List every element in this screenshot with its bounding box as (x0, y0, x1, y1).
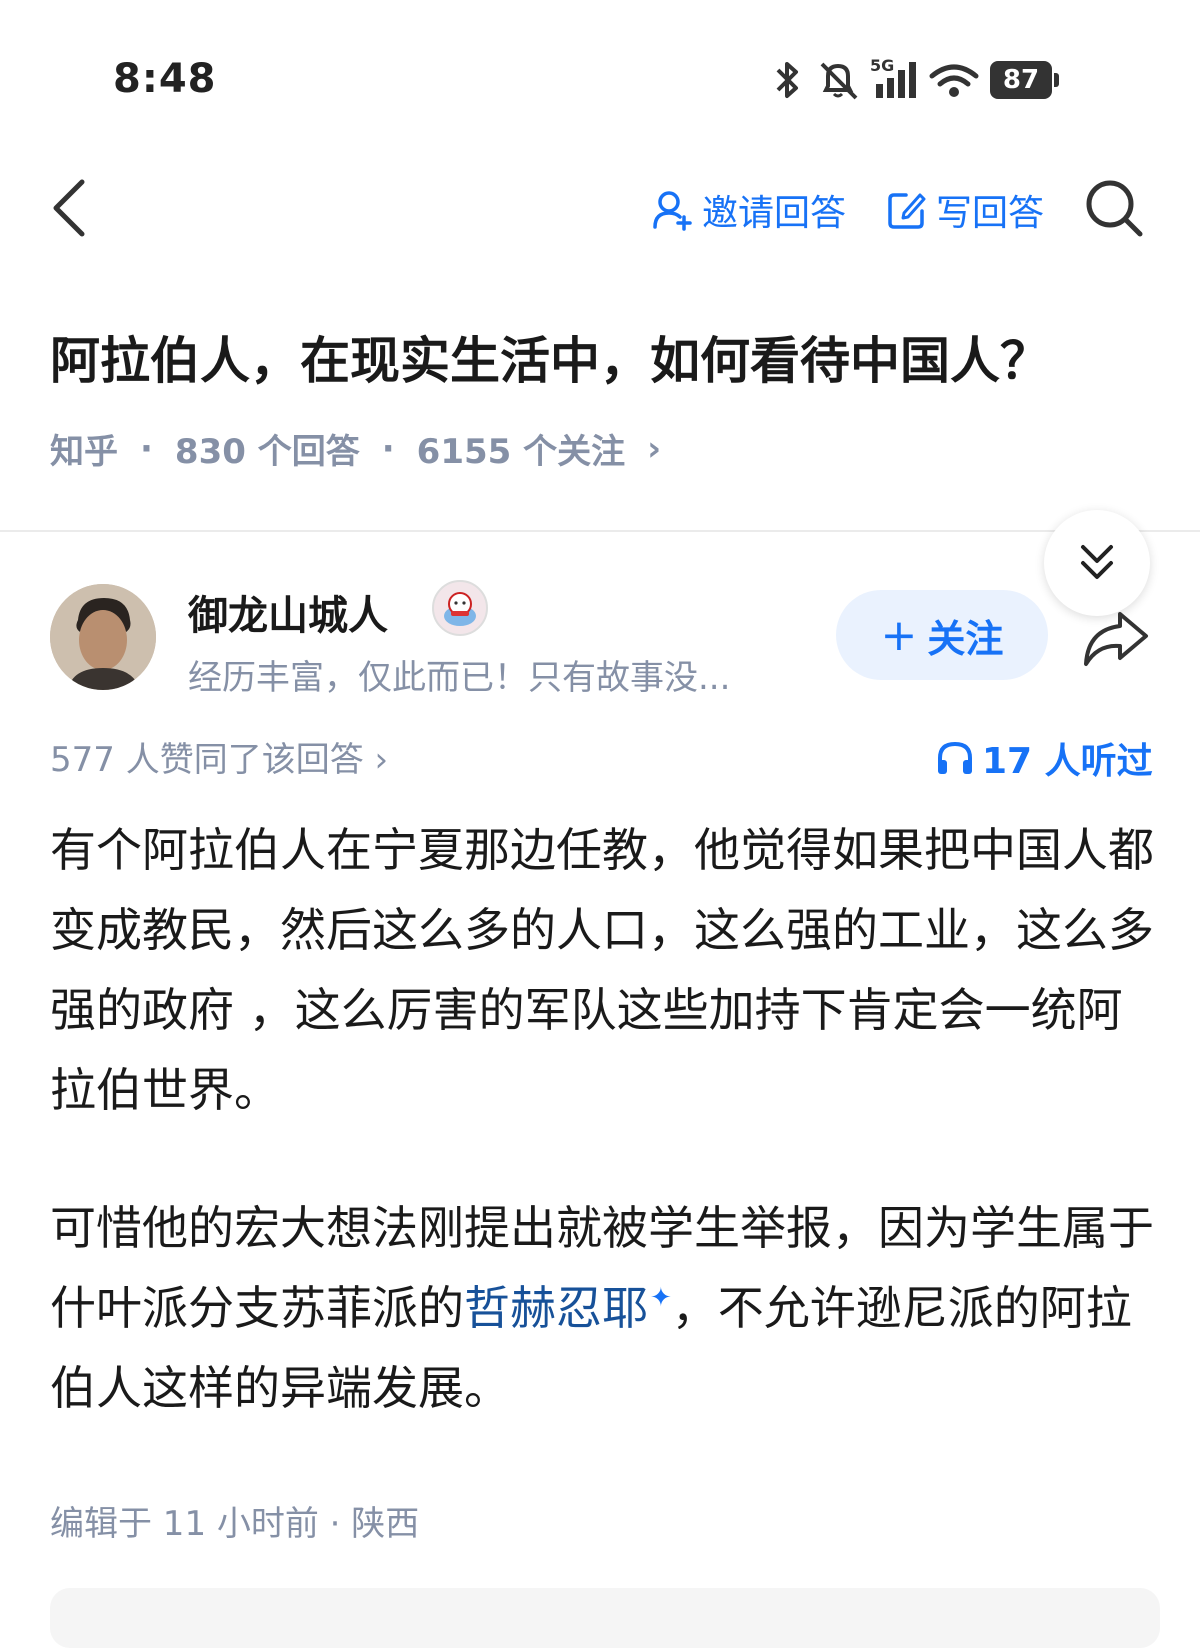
bluetooth-icon (776, 62, 798, 98)
meta-separator: · (381, 428, 395, 469)
chevron-right-icon: › (647, 428, 662, 469)
battery-indicator: 87 (990, 61, 1059, 99)
write-answer-button[interactable]: 写回答 (886, 186, 1044, 234)
wifi-icon (929, 64, 979, 97)
search-button[interactable] (1084, 178, 1144, 238)
network-type: 5G (870, 56, 895, 75)
source-label: 知乎 (50, 432, 118, 472)
share-button[interactable] (1080, 608, 1152, 670)
meta-separator: · (140, 428, 153, 469)
listen-label: 17 人听过 (982, 741, 1153, 782)
headphones-icon (938, 741, 972, 774)
collapse-button[interactable] (1044, 510, 1150, 616)
sparkle-icon: ✦ (650, 1283, 672, 1313)
invite-answer-button[interactable]: 邀请回答 (652, 186, 846, 234)
author-badge-icon (432, 580, 488, 636)
answer-paragraph: 有个阿拉伯人在宁夏那边任教，他觉得如果把中国人都变成教民，然后这么多的人口，这么… (50, 823, 1154, 1117)
edit-icon (888, 193, 926, 229)
write-answer-label: 写回答 (936, 193, 1045, 234)
topic-link[interactable]: 哲赫忍耶 (464, 1281, 648, 1335)
answer-count: 830 个回答 (174, 432, 360, 472)
share-icon (1084, 612, 1148, 666)
answer-content: 有个阿拉伯人在宁夏那边任教，他觉得如果把中国人都变成教民，然后这么多的人口，这么… (50, 810, 1160, 1428)
listen-count[interactable]: 17 人听过 (936, 732, 1153, 784)
follow-button[interactable]: + 关注 (836, 590, 1048, 680)
double-chevron-down-icon (1081, 545, 1113, 579)
back-button[interactable] (46, 176, 96, 240)
follower-count: 6155 个关注 (416, 432, 626, 472)
chevron-left-icon (53, 179, 85, 237)
author-bio: 经历丰富，仅此而已！只有故事没... (188, 658, 731, 698)
author-name[interactable]: 御龙山城人 (188, 583, 388, 641)
section-divider (0, 530, 1200, 532)
invite-user-icon (653, 191, 692, 231)
signal-icon: 5G (870, 56, 918, 100)
status-time: 8:48 (113, 56, 217, 102)
mute-bell-icon (820, 62, 858, 100)
follow-label: 关注 (927, 616, 1004, 661)
status-icons: 5G 87 (770, 56, 1059, 102)
avatar-image (50, 584, 156, 690)
question-title[interactable]: 阿拉伯人，在现实生活中，如何看待中国人？ (50, 328, 1160, 394)
search-icon (1086, 180, 1143, 237)
edited-time: 编辑于 11 小时前 · 陕西 (50, 1504, 420, 1544)
author-avatar[interactable] (50, 584, 156, 690)
answer-paragraph: 可惜他的宏大想法刚提出就被学生举报，因为学生属于什叶派分支苏菲派的哲赫忍耶✦，不… (50, 1188, 1160, 1428)
bottom-card (50, 1588, 1160, 1648)
invite-answer-label: 邀请回答 (702, 193, 847, 234)
question-meta[interactable]: 知乎 · 830 个回答 · 6155 个关注 › (50, 424, 661, 473)
plus-icon: + (880, 609, 918, 661)
upvote-count[interactable]: 577 人赞同了该回答 › (50, 732, 388, 781)
